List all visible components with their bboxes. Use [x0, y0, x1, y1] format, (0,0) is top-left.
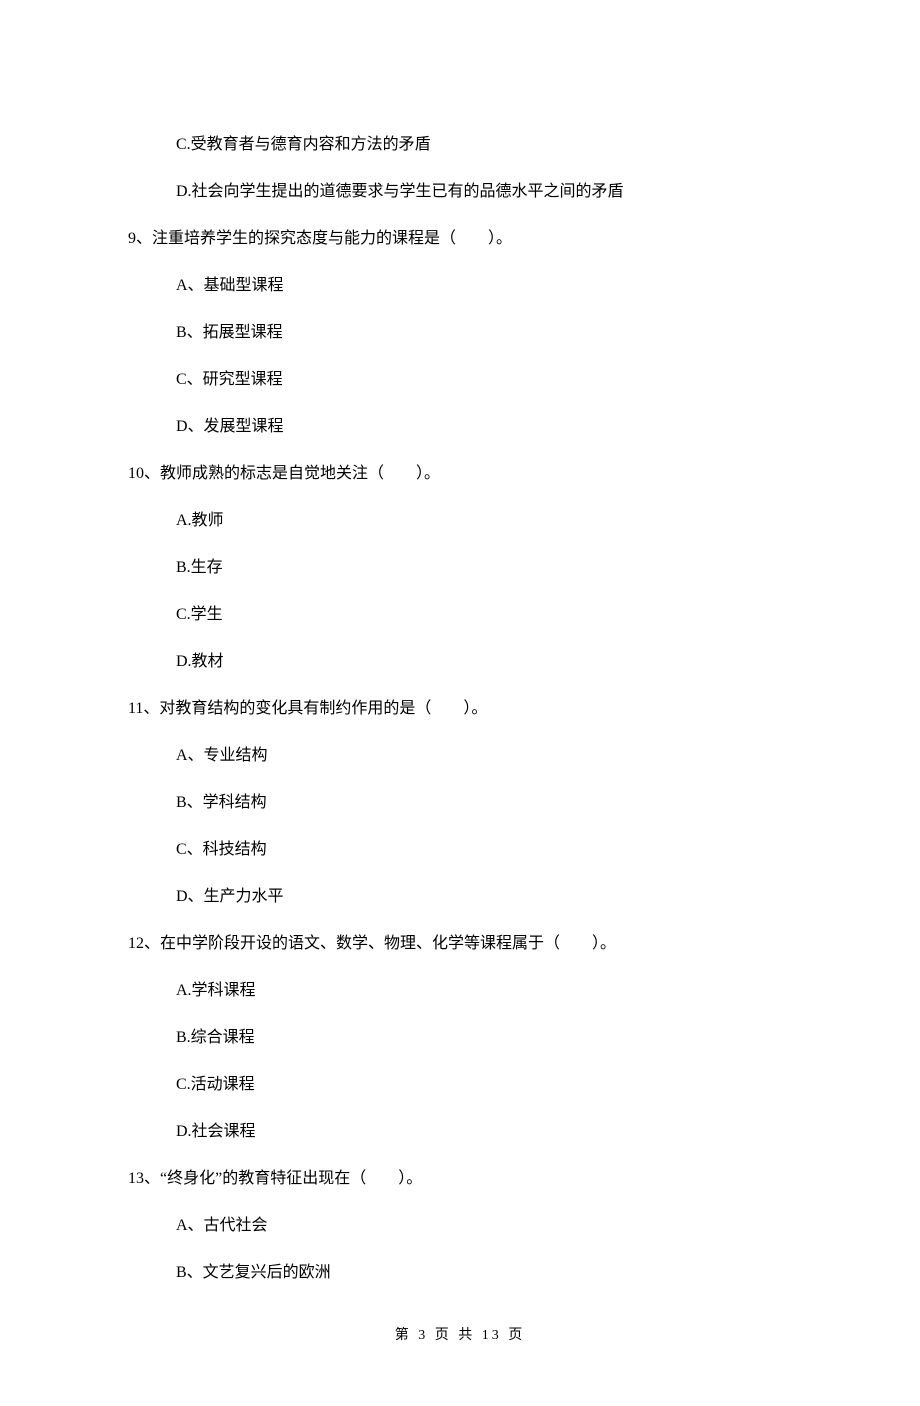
question-10-option-b: B.生存 [120, 556, 800, 580]
question-13-option-b: B、文艺复兴后的欧洲 [120, 1261, 800, 1285]
question-10-option-c: C.学生 [120, 603, 800, 627]
question-10-stem: 10、教师成熟的标志是自觉地关注（ ）。 [120, 462, 800, 486]
question-11-option-c: C、科技结构 [120, 838, 800, 862]
question-10-option-d: D.教材 [120, 650, 800, 674]
question-12-option-b: B.综合课程 [120, 1026, 800, 1050]
question-9-option-b: B、拓展型课程 [120, 321, 800, 345]
question-12-option-a: A.学科课程 [120, 979, 800, 1003]
prev-option-d: D.社会向学生提出的道德要求与学生已有的品德水平之间的矛盾 [120, 180, 800, 204]
question-11-option-b: B、学科结构 [120, 791, 800, 815]
question-9-option-c: C、研究型课程 [120, 368, 800, 392]
question-11-option-a: A、专业结构 [120, 744, 800, 768]
question-12-stem: 12、在中学阶段开设的语文、数学、物理、化学等课程属于（ ）。 [120, 932, 800, 956]
question-9-option-a: A、基础型课程 [120, 274, 800, 298]
prev-option-c: C.受教育者与德育内容和方法的矛盾 [120, 133, 800, 157]
page-footer: 第 3 页 共 13 页 [120, 1325, 800, 1346]
question-9-stem: 9、注重培养学生的探究态度与能力的课程是（ ）。 [120, 227, 800, 251]
question-11-stem: 11、对教育结构的变化具有制约作用的是（ ）。 [120, 697, 800, 721]
question-13-option-a: A、古代社会 [120, 1214, 800, 1238]
question-11-option-d: D、生产力水平 [120, 885, 800, 909]
question-9-option-d: D、发展型课程 [120, 415, 800, 439]
document-page: C.受教育者与德育内容和方法的矛盾 D.社会向学生提出的道德要求与学生已有的品德… [0, 0, 920, 1406]
question-12-option-c: C.活动课程 [120, 1073, 800, 1097]
question-10-option-a: A.教师 [120, 509, 800, 533]
question-13-stem: 13、“终身化”的教育特征出现在（ ）。 [120, 1167, 800, 1191]
question-12-option-d: D.社会课程 [120, 1120, 800, 1144]
